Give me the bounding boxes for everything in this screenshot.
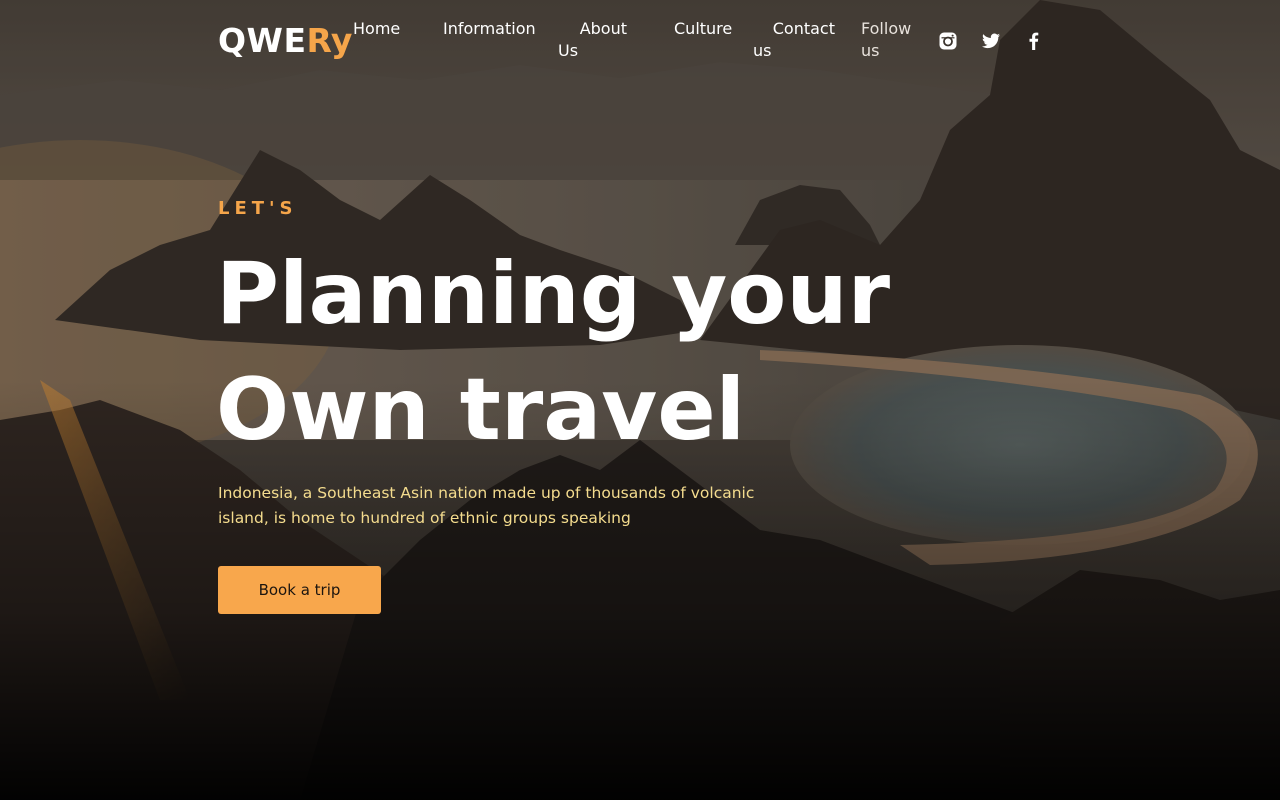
nav-link-information[interactable]: Information xyxy=(443,18,536,40)
instagram-link[interactable] xyxy=(938,31,958,51)
hero-headline-line1: Planning your xyxy=(216,244,890,344)
logo-text-accent: Ry xyxy=(306,21,353,60)
hero-eyebrow: LET'S xyxy=(218,198,298,219)
facebook-icon xyxy=(1029,32,1039,50)
nav-link-about-label-line2: Us xyxy=(558,41,579,60)
nav-link-home[interactable]: Home xyxy=(353,18,400,40)
nav-link-culture[interactable]: Culture xyxy=(674,18,732,40)
twitter-link[interactable] xyxy=(981,31,1001,51)
twitter-icon xyxy=(982,33,1000,49)
nav-link-contact-label-line2: us xyxy=(753,41,772,60)
nav-link-culture-label: Culture xyxy=(674,19,733,38)
nav-link-information-label: Information xyxy=(443,19,536,38)
hero-subtitle: Indonesia, a Southeast Asin nation made … xyxy=(218,484,755,527)
hero-headline: Planning your Own travel xyxy=(216,236,890,468)
nav-link-about-label-line1: About xyxy=(579,19,627,38)
nav-link-about-us[interactable]: About Us xyxy=(558,18,627,62)
follow-us-label-line1: Follow xyxy=(861,19,912,38)
facebook-link[interactable] xyxy=(1024,31,1044,51)
hero-section: QWERy Home Information About Us Culture … xyxy=(0,0,1280,800)
brand-logo[interactable]: QWERy xyxy=(218,20,353,62)
nav-link-contact-label-line1: Contact xyxy=(772,19,835,38)
follow-us-label-line2: us xyxy=(861,41,880,60)
hero-headline-line2: Own travel xyxy=(216,360,746,460)
instagram-icon xyxy=(939,32,957,50)
nav-link-home-label: Home xyxy=(353,19,401,38)
follow-us-label: Follow us xyxy=(861,18,911,62)
logo-text-primary: QWE xyxy=(218,21,307,60)
nav-link-contact-us[interactable]: Contact us xyxy=(753,18,835,62)
book-a-trip-button[interactable]: Book a trip xyxy=(218,566,381,614)
